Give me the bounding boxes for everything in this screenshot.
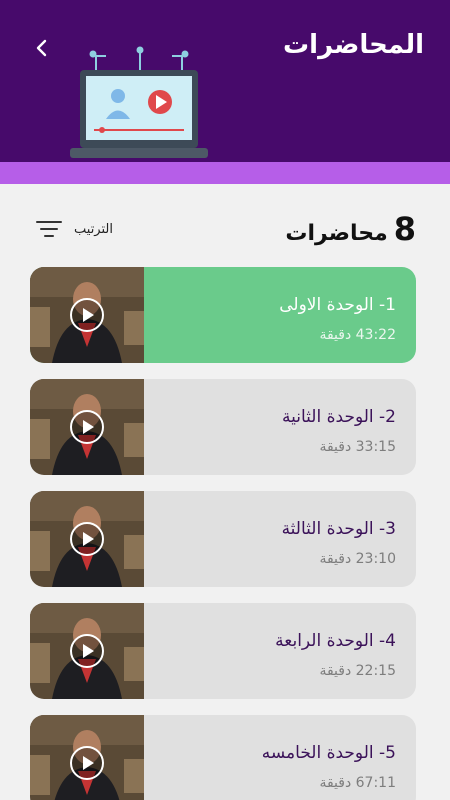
lecture-duration: 33:15 دقيقة <box>319 439 396 455</box>
sort-label: الترتيب <box>74 221 113 237</box>
play-icon[interactable] <box>70 522 104 556</box>
play-icon[interactable] <box>70 410 104 444</box>
lectures-count-label: محاضرات <box>285 221 388 246</box>
lecture-title: 5- الوحدة الخامسه <box>261 743 396 763</box>
sort-icon <box>36 221 62 237</box>
lecture-duration: 23:10 دقيقة <box>319 551 396 567</box>
lecture-card[interactable]: 2- الوحدة الثانية 33:15 دقيقة <box>30 379 416 475</box>
lecture-duration: 22:15 دقيقة <box>319 663 396 679</box>
lecture-thumbnail <box>30 379 144 475</box>
lecture-thumbnail <box>30 491 144 587</box>
video-lecture-illustration <box>70 46 208 158</box>
chevron-left-icon <box>36 39 47 57</box>
lecture-title: 3- الوحدة الثالثة <box>281 519 396 539</box>
play-icon[interactable] <box>70 298 104 332</box>
lecture-thumbnail <box>30 603 144 699</box>
lecture-title: 2- الوحدة الثانية <box>282 407 396 427</box>
lecture-card[interactable]: 3- الوحدة الثالثة 23:10 دقيقة <box>30 491 416 587</box>
play-icon[interactable] <box>70 634 104 668</box>
sort-button[interactable]: الترتيب <box>36 220 113 238</box>
lecture-title: 4- الوحدة الرابعة <box>275 631 396 651</box>
lecture-card[interactable]: 5- الوحدة الخامسه 67:11 دقيقة <box>30 715 416 800</box>
page-title: المحاضرات <box>283 30 424 60</box>
back-button[interactable] <box>28 34 56 62</box>
lecture-duration: 43:22 دقيقة <box>319 327 396 343</box>
header-accent-stripe <box>0 162 450 184</box>
lecture-title: 1- الوحدة الاولى <box>279 295 396 315</box>
lecture-duration: 67:11 دقيقة <box>319 775 396 791</box>
lectures-count: 8 محاضرات <box>285 210 416 248</box>
lectures-count-number: 8 <box>393 210 416 248</box>
lecture-thumbnail <box>30 267 144 363</box>
app-header: المحاضرات <box>0 0 450 162</box>
lecture-card[interactable]: 4- الوحدة الرابعة 22:15 دقيقة <box>30 603 416 699</box>
lecture-card[interactable]: 1- الوحدة الاولى 43:22 دقيقة <box>30 267 416 363</box>
lecture-thumbnail <box>30 715 144 800</box>
play-icon[interactable] <box>70 746 104 780</box>
